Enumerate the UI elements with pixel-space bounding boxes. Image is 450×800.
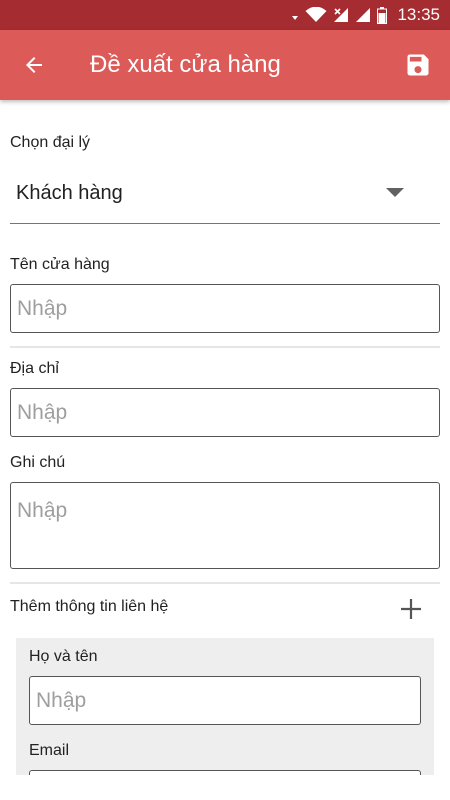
cell-signal-icon [356,8,371,22]
battery-icon [377,6,388,24]
page-title: Đề xuất cửa hàng [90,51,281,78]
contact-email-input[interactable] [29,770,421,775]
divider [10,346,440,348]
status-time: 13:35 [397,5,440,24]
address-label: Địa chỉ [10,360,59,377]
cell-signal-icon [334,8,349,22]
agent-label: Chọn đại lý [10,134,91,151]
back-arrow-icon [26,57,42,73]
add-contact-row: Thêm thông tin liên hệ [10,594,440,624]
save-button[interactable] [400,47,436,83]
app-bar: Đề xuất cửa hàng [0,30,450,100]
signal-arrows-icon [292,16,299,20]
dropdown-arrow-icon [386,188,404,197]
plus-icon [401,599,421,619]
store-name-input[interactable] [10,284,440,333]
agent-dropdown-value: Khách hàng [16,182,123,204]
back-button[interactable] [16,47,52,83]
contact-email-label: Email [29,742,70,759]
status-bar: 13:35 [0,0,450,30]
add-contact-label: Thêm thông tin liên hệ [10,598,169,615]
save-icon [407,54,429,76]
contact-name-input[interactable] [29,676,421,725]
contact-name-label: Họ và tên [29,648,98,665]
status-icons: 13:35 [291,0,440,30]
add-contact-button[interactable] [396,594,426,624]
address-input[interactable] [10,388,440,437]
note-textarea[interactable] [10,482,440,569]
store-name-label: Tên cửa hàng [10,256,110,273]
contact-panel: Họ và tên Email [16,638,434,775]
wifi-icon [305,7,327,22]
agent-dropdown[interactable]: Khách hàng [10,168,440,224]
divider [10,582,440,584]
note-label: Ghi chú [10,454,66,471]
